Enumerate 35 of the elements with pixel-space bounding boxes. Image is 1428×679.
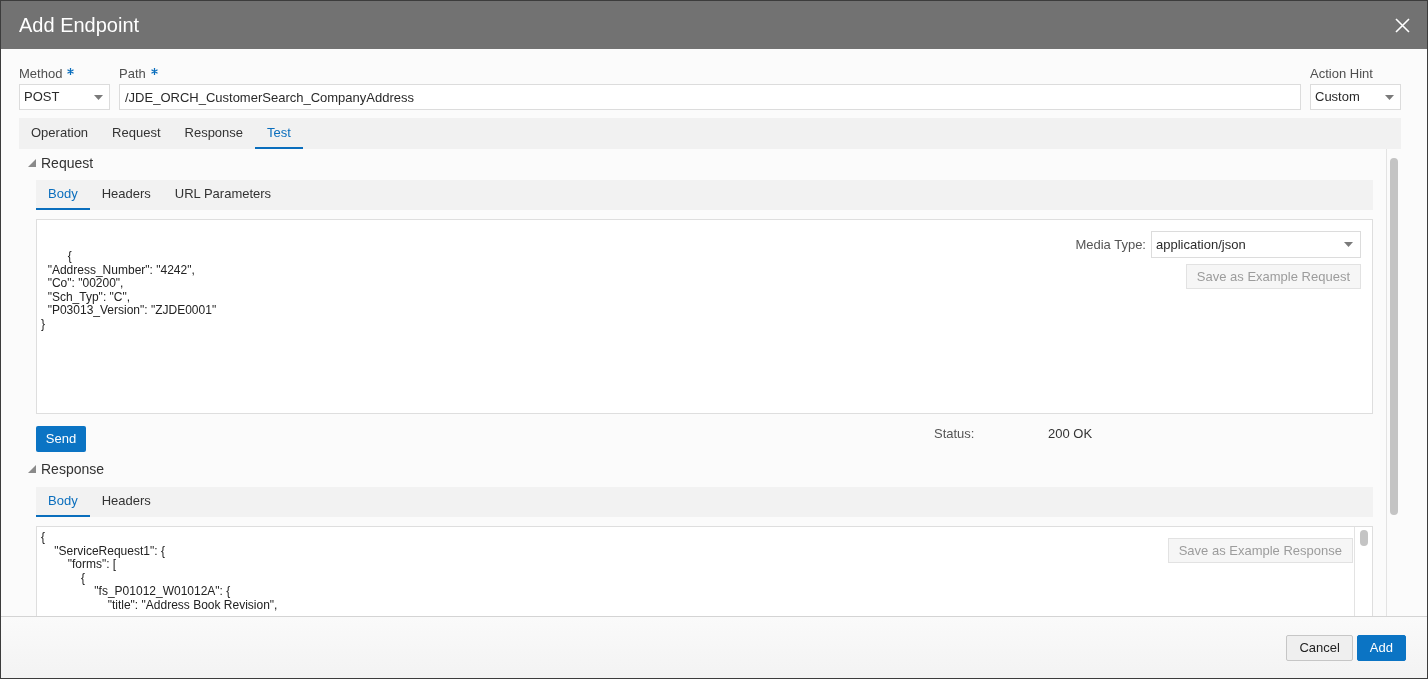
tab[interactable]: Request: [100, 118, 173, 149]
tab[interactable]: URL Parameters: [162, 180, 284, 210]
caret-icon: [1344, 242, 1353, 247]
scrollbar[interactable]: [1386, 149, 1401, 616]
tab[interactable]: Test: [255, 118, 303, 149]
path-input[interactable]: /JDE_ORCH_CustomerSearch_CompanyAddress: [119, 84, 1301, 110]
close-icon: [1395, 17, 1410, 33]
status-value: 200 OK: [1048, 426, 1093, 442]
caret-icon: [94, 94, 103, 100]
media-type-label: Media Type:: [1075, 235, 1146, 254]
caret-icon: [1385, 94, 1394, 100]
request-body-editor[interactable]: { "Address_Number": "4242", "Co": "00200", "Sch_Typ": "C", "P03013_Version": "ZJDE0001" }: [37, 220, 1076, 413]
field-label: Action Hint: [1310, 65, 1373, 83]
dialog-title: Add Endpoint: [19, 13, 140, 37]
add-button[interactable]: Add: [1356, 634, 1406, 661]
media-type-dropdown[interactable]: application/json: [1151, 231, 1361, 258]
section-toggle[interactable]: Response: [28, 460, 105, 478]
tab[interactable]: Body: [36, 487, 90, 517]
send-button[interactable]: Send: [36, 426, 86, 452]
scrollbar-thumb[interactable]: [1359, 530, 1368, 546]
tab[interactable]: Body: [36, 180, 90, 210]
cancel-button[interactable]: Cancel: [1286, 634, 1353, 661]
tab[interactable]: Headers: [89, 487, 163, 517]
tab[interactable]: Operation: [19, 118, 101, 149]
section-toggle[interactable]: Request: [28, 154, 94, 172]
dropdown[interactable]: Custom: [1310, 84, 1401, 110]
status-label: Status:: [934, 426, 976, 442]
dropdown[interactable]: POST: [19, 84, 110, 110]
field-label: Path: [119, 65, 146, 83]
scrollbar-thumb[interactable]: [1390, 158, 1398, 515]
tab[interactable]: Response: [172, 118, 256, 149]
tab[interactable]: Headers: [89, 180, 163, 210]
close-button[interactable]: [1395, 17, 1410, 33]
field-label: Method: [19, 65, 63, 83]
response-body-code: { "ServiceRequest1": { "forms": [ { "fs_P01012_W01012A": { "title": "Address Book Revision",: [40, 529, 279, 614]
